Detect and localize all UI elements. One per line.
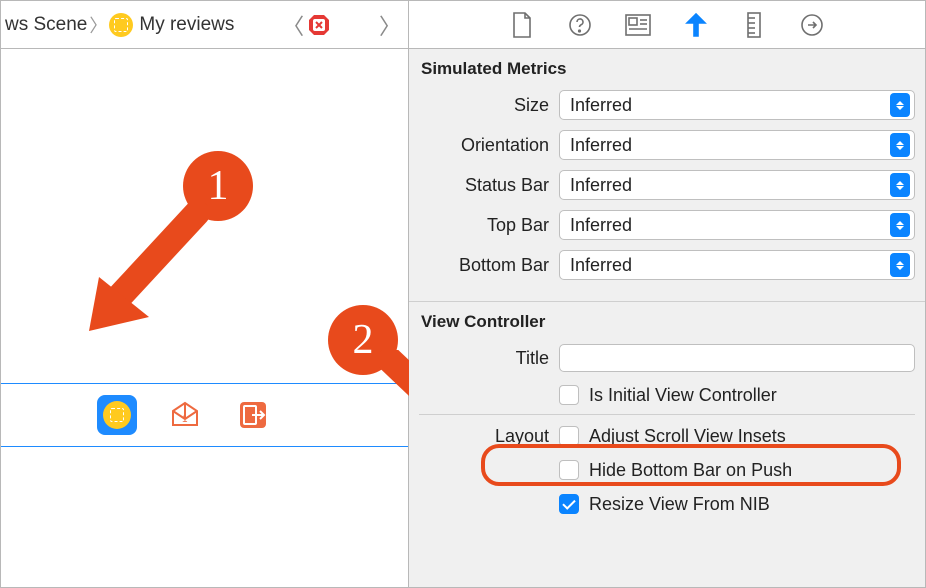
breadcrumb-segment[interactable]: ws Scene (5, 14, 87, 36)
layout-label: Layout (419, 426, 549, 447)
exit-icon[interactable] (233, 395, 273, 435)
is-initial-label: Is Initial View Controller (589, 385, 777, 406)
scene-header[interactable]: 1 (1, 383, 408, 447)
resize-nib-label: Resize View From NIB (589, 494, 770, 515)
identity-inspector-tab[interactable] (624, 11, 652, 39)
help-inspector-tab[interactable] (566, 11, 594, 39)
bottombar-label: Bottom Bar (419, 255, 549, 276)
chevron-updown-icon (890, 133, 910, 157)
statusbar-popup[interactable]: Inferred (559, 170, 915, 200)
path-bar: ws Scene 〉 My reviews 〈 〉 (1, 1, 408, 49)
first-responder-icon[interactable]: 1 (165, 395, 205, 435)
chevron-updown-icon (890, 213, 910, 237)
chevron-updown-icon (890, 253, 910, 277)
section-header-simulated-metrics: Simulated Metrics (409, 49, 925, 85)
nav-forward-button[interactable]: 〉 (376, 9, 404, 41)
resize-nib-checkbox[interactable] (559, 494, 579, 514)
breadcrumb-text: ws Scene (5, 14, 87, 36)
topbar-label: Top Bar (419, 215, 549, 236)
file-inspector-tab[interactable] (508, 11, 536, 39)
chevron-updown-icon (890, 93, 910, 117)
nav-back-button[interactable]: 〈 (279, 9, 307, 41)
breadcrumb-text: My reviews (139, 14, 234, 36)
bottombar-popup[interactable]: Inferred (559, 250, 915, 280)
chevron-right-icon: 〉 (87, 12, 109, 38)
annotation-arrow-1 (85, 203, 215, 333)
chevron-updown-icon (890, 173, 910, 197)
connections-inspector-tab[interactable] (798, 11, 826, 39)
title-input[interactable] (559, 344, 915, 372)
size-popup[interactable]: Inferred (559, 90, 915, 120)
hide-bottom-checkbox[interactable] (559, 460, 579, 480)
orientation-popup[interactable]: Inferred (559, 130, 915, 160)
topbar-popup[interactable]: Inferred (559, 210, 915, 240)
statusbar-label: Status Bar (419, 175, 549, 196)
size-label: Size (419, 95, 549, 116)
breadcrumb-segment[interactable]: My reviews (109, 13, 234, 37)
adjust-insets-label: Adjust Scroll View Insets (589, 426, 786, 447)
hide-bottom-label: Hide Bottom Bar on Push (589, 460, 792, 481)
is-initial-checkbox[interactable] (559, 385, 579, 405)
nav-stop-button[interactable] (307, 13, 331, 37)
attributes-inspector-tab[interactable] (682, 11, 710, 39)
title-label: Title (419, 348, 549, 369)
svg-text:1: 1 (182, 414, 188, 425)
section-header-view-controller: View Controller (409, 302, 925, 338)
viewcontroller-icon (109, 13, 133, 37)
size-inspector-tab[interactable] (740, 11, 768, 39)
inspector-tabbar (409, 1, 925, 49)
orientation-label: Orientation (419, 135, 549, 156)
adjust-insets-checkbox[interactable] (559, 426, 579, 446)
viewcontroller-scene-icon[interactable] (97, 395, 137, 435)
